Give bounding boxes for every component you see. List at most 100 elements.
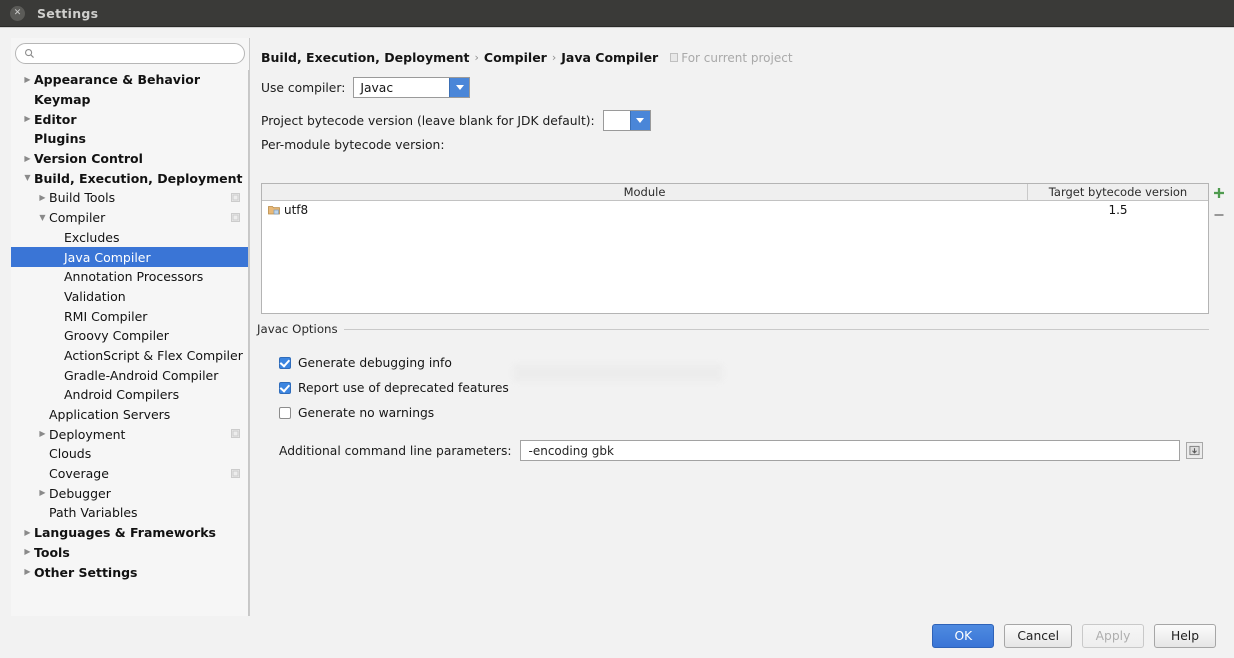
sidebar-item-java-compiler[interactable]: Java Compiler <box>11 247 248 267</box>
additional-params-input[interactable] <box>526 442 1173 459</box>
project-scope-icon <box>231 212 240 222</box>
sidebar-item-path-variables[interactable]: Path Variables <box>11 503 248 523</box>
per-module-table[interactable]: Module Target bytecode version utf8 1.5 <box>261 183 1209 314</box>
sidebar-item-build-tools[interactable]: ▶ Build Tools <box>11 188 248 208</box>
cancel-button[interactable]: Cancel <box>1004 624 1072 648</box>
chevron-right-icon[interactable]: ▶ <box>36 489 49 497</box>
checkbox-row[interactable]: Generate debugging info <box>279 356 452 370</box>
checkbox-unchecked-icon[interactable] <box>279 407 291 419</box>
breadcrumb-crumb[interactable]: Build, Execution, Deployment <box>261 50 469 65</box>
checkbox-row[interactable]: Generate no warnings <box>279 406 434 420</box>
table-toolbar <box>1209 183 1229 314</box>
sidebar-item-annotation-processors[interactable]: Annotation Processors <box>11 267 248 287</box>
add-module-button[interactable] <box>1212 185 1227 200</box>
project-bytecode-label: Project bytecode version (leave blank fo… <box>261 113 595 128</box>
sidebar-item-keymap[interactable]: Keymap <box>11 90 248 110</box>
cell-module[interactable]: utf8 <box>262 203 1028 217</box>
sidebar-item-label: Groovy Compiler <box>64 328 169 344</box>
cell-target-bytecode[interactable]: 1.5 <box>1028 203 1208 217</box>
sidebar-item-label: Path Variables <box>49 505 138 521</box>
sidebar-item-excludes[interactable]: Excludes <box>11 228 248 248</box>
sidebar-item-label: Editor <box>34 111 77 127</box>
remove-module-button[interactable] <box>1212 207 1227 222</box>
breadcrumb: Build, Execution, Deployment › Compiler › Ja… <box>261 50 793 65</box>
search-box[interactable] <box>15 43 245 64</box>
column-header-target-bytecode[interactable]: Target bytecode version <box>1028 184 1208 200</box>
sidebar-item-other-settings[interactable]: ▶ Other Settings <box>11 562 248 582</box>
ok-button[interactable]: OK <box>932 624 995 648</box>
sidebar-item-editor[interactable]: ▶ Editor <box>11 109 248 129</box>
use-compiler-dropdown[interactable]: Javac <box>353 77 471 98</box>
sidebar-item-compiler[interactable]: ▼ Compiler <box>11 208 248 228</box>
chevron-down-icon[interactable]: ▼ <box>36 213 49 222</box>
search-icon <box>25 49 34 58</box>
chevron-right-icon[interactable]: ▶ <box>21 528 34 537</box>
sidebar-item-languages-frameworks[interactable]: ▶ Languages & Frameworks <box>11 523 248 543</box>
per-module-label: Per-module bytecode version: <box>261 138 445 152</box>
breadcrumb-separator: › <box>551 51 557 64</box>
breadcrumb-crumb[interactable]: Java Compiler <box>561 50 658 65</box>
settings-tree[interactable]: ▶ Appearance & Behavior Keymap ▶ Editor Plugi… <box>11 70 249 616</box>
help-button[interactable]: Help <box>1154 624 1216 648</box>
sidebar-item-label: Coverage <box>49 466 109 482</box>
sidebar-item-android-compilers[interactable]: Android Compilers <box>11 385 248 405</box>
search-input[interactable] <box>40 45 236 62</box>
sidebar-item-gradle-android-compiler[interactable]: Gradle-Android Compiler <box>11 365 248 385</box>
checkbox-checked-icon[interactable] <box>279 357 291 369</box>
sidebar-item-application-servers[interactable]: Application Servers <box>11 405 248 425</box>
chevron-down-icon[interactable]: ▼ <box>21 174 34 182</box>
chevron-right-icon[interactable]: ▶ <box>21 568 34 576</box>
chevron-down-icon[interactable] <box>449 78 470 97</box>
chevron-right-icon[interactable]: ▶ <box>21 548 34 556</box>
sidebar-item-rmi-compiler[interactable]: RMI Compiler <box>11 306 248 326</box>
sidebar-item-label: RMI Compiler <box>64 308 148 324</box>
sidebar-item-label: Gradle-Android Compiler <box>64 367 219 383</box>
settings-dialog: ▶ Appearance & Behavior Keymap ▶ Editor Plugi… <box>0 27 1234 658</box>
sidebar-item-label: Validation <box>64 288 126 304</box>
window-title: Settings <box>37 5 99 21</box>
chevron-right-icon[interactable]: ▶ <box>36 193 49 202</box>
breadcrumb-scope: For current project <box>670 51 793 65</box>
expand-glyph-icon <box>1188 445 1200 456</box>
sidebar-item-validation[interactable]: Validation <box>11 287 248 307</box>
sidebar-item-deployment[interactable]: ▶ Deployment <box>11 424 248 444</box>
sidebar-item-groovy-compiler[interactable]: Groovy Compiler <box>11 326 248 346</box>
sidebar-item-version-control[interactable]: ▶ Version Control <box>11 149 248 169</box>
checkbox-row[interactable]: Report use of deprecated features <box>279 381 509 395</box>
sidebar-item-tools[interactable]: ▶ Tools <box>11 543 248 563</box>
chevron-down-icon[interactable] <box>629 111 650 130</box>
sidebar-item-appearance-behavior[interactable]: ▶ Appearance & Behavior <box>11 70 248 90</box>
breadcrumb-crumb[interactable]: Compiler <box>484 50 547 65</box>
close-icon[interactable]: ✕ <box>10 5 25 21</box>
sidebar-item-label: Build Tools <box>49 190 116 206</box>
sidebar-item-debugger[interactable]: ▶ Debugger <box>11 483 248 503</box>
sidebar-item-label: Version Control <box>34 151 143 167</box>
breadcrumb-separator: › <box>474 51 479 64</box>
checkbox-checked-icon[interactable] <box>279 382 291 394</box>
table-body: utf8 1.5 <box>262 201 1208 219</box>
additional-params-field[interactable] <box>519 440 1180 461</box>
chevron-right-icon[interactable]: ▶ <box>21 75 34 84</box>
sidebar-item-actionscript-flex-compiler[interactable]: ActionScript & Flex Compiler <box>11 346 248 366</box>
sidebar-item-clouds[interactable]: Clouds <box>11 444 248 464</box>
sidebar-item-coverage[interactable]: Coverage <box>11 464 248 484</box>
module-folder-icon <box>268 206 280 215</box>
expand-editor-icon[interactable] <box>1185 442 1203 459</box>
project-bytecode-dropdown[interactable] <box>602 110 651 131</box>
sidebar-item-label: Other Settings <box>34 564 138 580</box>
chevron-right-icon[interactable]: ▶ <box>21 154 34 163</box>
sidebar-item-plugins[interactable]: Plugins <box>11 129 248 149</box>
sidebar-item-label: Java Compiler <box>64 249 151 265</box>
javac-options-title: Javac Options <box>257 322 338 336</box>
chevron-right-icon[interactable]: ▶ <box>21 115 34 123</box>
chevron-right-icon[interactable]: ▶ <box>36 430 49 438</box>
sidebar-item-label: Excludes <box>64 229 120 245</box>
column-header-module[interactable]: Module <box>262 184 1028 200</box>
table-row[interactable]: utf8 1.5 <box>262 201 1208 219</box>
sidebar-item-build-execution-deployment[interactable]: ▼ Build, Execution, Deployment <box>11 168 248 188</box>
window-title-bar: ✕ Settings <box>0 0 1234 27</box>
project-scope-icon <box>231 468 240 478</box>
use-compiler-label: Use compiler: <box>261 80 346 95</box>
checkbox-label: Generate debugging info <box>298 356 452 370</box>
use-compiler-value: Javac <box>360 80 394 95</box>
